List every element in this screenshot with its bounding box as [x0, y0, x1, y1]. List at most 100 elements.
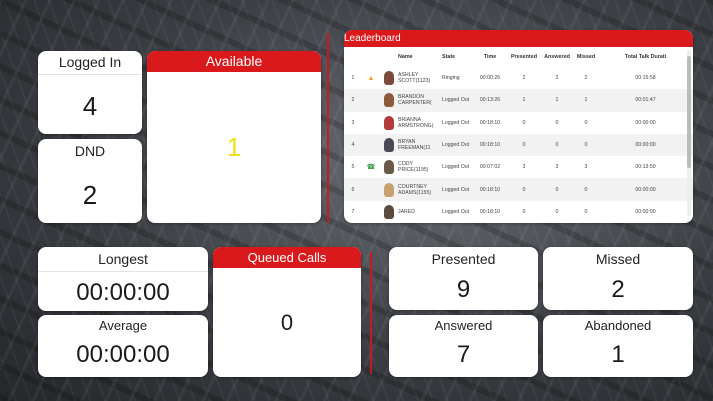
row-missed: 0: [584, 208, 588, 215]
row-time: 00:18:10: [479, 119, 501, 126]
longest-label: Longest: [98, 251, 148, 267]
logged-in-label: Logged In: [58, 54, 122, 70]
row-talk: 00:15:58: [635, 75, 656, 82]
col-missed[interactable]: Missed: [574, 47, 598, 67]
row-time: 00:18:10: [479, 208, 501, 215]
missed-tile: Missed 2: [543, 247, 693, 310]
row-missed: 0: [574, 178, 598, 201]
divider-top: [327, 33, 329, 223]
leaderboard-table: Name State Time Presented Answered Misse…: [344, 47, 693, 223]
col-presented[interactable]: Presented: [508, 47, 540, 67]
row-time: 00:13:26: [472, 89, 508, 112]
leaderboard-header-row: Name State Time Presented Answered Misse…: [344, 47, 693, 67]
leaderboard-row[interactable]: 1 ▲ ASHLEY SCOTT(1123) Ringing 00:00:26 2 2 2 00:…: [344, 67, 693, 89]
row-talk: 00:00:00: [635, 208, 656, 215]
queued-calls-tile: Queued Calls 0: [213, 247, 361, 377]
row-rank: 5: [351, 164, 355, 171]
answered-value: 7: [456, 341, 471, 368]
row-talk: 00:00:00: [635, 119, 656, 126]
row-avatar-cell: [380, 133, 398, 157]
col-state[interactable]: State: [442, 47, 472, 67]
answered-tile: Answered 7: [389, 315, 538, 377]
row-rank: 3: [351, 119, 355, 126]
leaderboard-row[interactable]: 7 JARED Logged Out 00:18:10 0 0 0 00:00:00: [344, 201, 693, 223]
leaderboard-row[interactable]: 5 ☎ CODY PRICE(1195) Logged Out 00:07:02 3 3 3 00…: [344, 156, 693, 178]
col-time[interactable]: Time: [472, 47, 508, 67]
row-time: 00:07:02: [479, 164, 501, 171]
row-avatar-cell: [380, 201, 398, 223]
row-missed: 0: [584, 119, 588, 126]
dnd-label: DND: [74, 143, 106, 159]
phone-icon: ☎: [366, 164, 376, 172]
logged-in-value: 4: [82, 91, 98, 121]
row-rank: 4: [344, 133, 362, 157]
row-name: BRYAN FREEMAN(11: [398, 133, 442, 157]
col-answered[interactable]: Answered: [540, 47, 574, 67]
row-status-cell: ☎: [362, 156, 380, 178]
leaderboard-scrollbar[interactable]: [687, 50, 691, 216]
row-name: COURTNEY ADAMS(1155): [398, 178, 442, 201]
row-presented: 2: [522, 75, 526, 82]
row-avatar-cell: [380, 156, 398, 178]
presented-label: Presented: [431, 251, 496, 267]
row-name: ASHLEY SCOTT(1123): [398, 67, 442, 89]
leaderboard-row[interactable]: 2 BRANDON CARPENTER(Logged Out 00:13:26 1 1 1 0…: [344, 89, 693, 112]
row-status-cell: [362, 178, 380, 201]
row-name2: ADAMS(1155): [398, 189, 432, 196]
row-time: 00:18:10: [472, 178, 508, 201]
row-name1: JARED: [398, 208, 416, 215]
row-talk: 00:00:00: [598, 178, 693, 201]
col-name[interactable]: Name: [398, 47, 442, 67]
leaderboard-panel: Leaderboard Name State Time Presented An…: [344, 30, 693, 223]
row-avatar-cell: [380, 67, 398, 89]
leaderboard-row[interactable]: 3 BRIANNA ARMSTRONG(Logged Out 00:18:10 0 0 0 0…: [344, 112, 693, 134]
row-state: Logged Out: [442, 208, 470, 215]
avatar: [384, 93, 394, 108]
leaderboard-row[interactable]: 6 COURTNEY ADAMS(1155) Logged Out 00:18:10 0 0…: [344, 178, 693, 201]
missed-label: Missed: [595, 251, 641, 267]
row-status-cell: [362, 201, 380, 223]
row-rank: 7: [351, 208, 355, 215]
scrollbar-thumb[interactable]: [687, 56, 691, 168]
row-rank: 6: [344, 178, 362, 201]
row-state: Ringing: [442, 75, 460, 82]
avatar: [384, 160, 394, 175]
row-avatar-cell: [380, 89, 398, 112]
row-name: JARED: [398, 201, 442, 223]
row-status-cell: [362, 112, 380, 134]
avatar: [384, 182, 394, 197]
row-answered: 0: [540, 133, 574, 157]
row-status-cell: [362, 133, 380, 157]
divider-bottom: [370, 252, 372, 374]
row-presented: 3: [522, 164, 526, 171]
avatar: [384, 204, 394, 219]
leaderboard-row[interactable]: 4 BRYAN FREEMAN(11 Logged Out 00:18:10 0 0 0 00:…: [344, 133, 693, 157]
queued-calls-label: Queued Calls: [213, 247, 361, 268]
presented-tile: Presented 9: [389, 247, 538, 310]
row-state: Logged Out: [442, 89, 472, 112]
row-name: CODY PRICE(1195): [398, 156, 442, 178]
answered-label: Answered: [434, 318, 493, 333]
row-rank: 1: [351, 75, 355, 82]
row-avatar-cell: [380, 178, 398, 201]
row-presented: 0: [522, 208, 526, 215]
row-missed: 0: [574, 133, 598, 157]
row-time: 00:18:10: [472, 133, 508, 157]
row-state: Logged Out: [442, 119, 470, 126]
abandoned-value: 1: [611, 341, 625, 368]
row-name: BRANDON CARPENTER(: [398, 89, 442, 112]
row-time: 00:00:26: [479, 75, 501, 82]
row-name2: PRICE(1195): [398, 167, 429, 174]
row-presented: 0: [508, 133, 540, 157]
ringing-icon: ▲: [367, 74, 375, 82]
row-state: Logged Out: [442, 178, 472, 201]
row-name: BRIANNA ARMSTRONG(: [398, 112, 442, 134]
col-total-talk[interactable]: Total Talk Durati: [598, 47, 693, 67]
average-tile: Average 00:00:00: [38, 315, 208, 377]
row-answered: 2: [555, 75, 559, 82]
row-presented: 0: [522, 119, 526, 126]
row-status-cell: [362, 89, 380, 112]
row-answered: 1: [540, 89, 574, 112]
leaderboard-title: Leaderboard: [344, 30, 693, 47]
abandoned-tile: Abandoned 1: [543, 315, 693, 377]
